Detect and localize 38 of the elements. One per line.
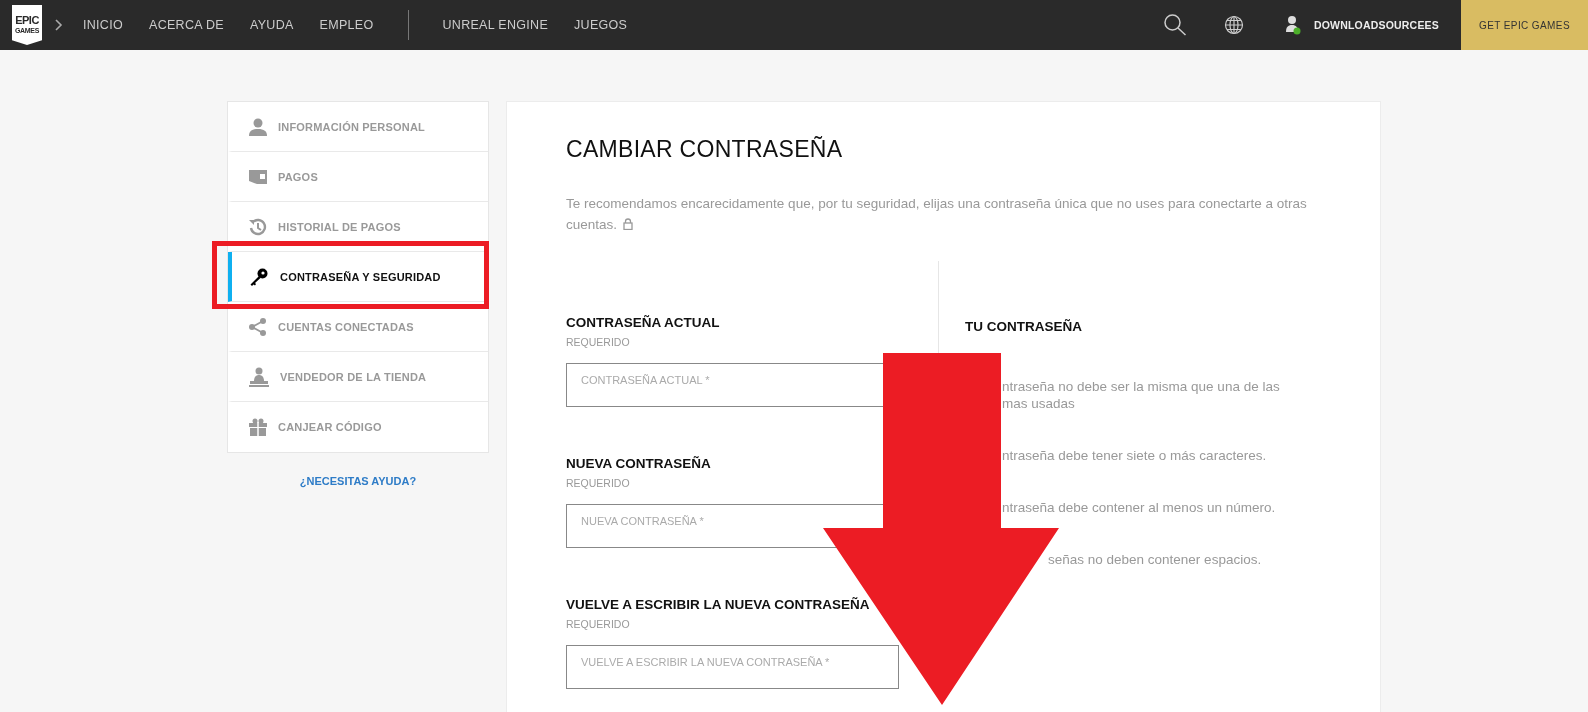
field-label: VUELVE A ESCRIBIR LA NUEVA CONTRASEÑA xyxy=(566,597,871,613)
field-label: CONTRASEÑA ACTUAL xyxy=(566,315,721,331)
required-note: REQUERIDO xyxy=(566,477,631,489)
nav-link[interactable]: EMPLEO xyxy=(319,18,374,32)
history-icon xyxy=(249,217,267,236)
password-field[interactable]: NUEVA CONTRASEÑA * xyxy=(566,504,883,548)
nav-link[interactable]: AYUDA xyxy=(249,18,294,32)
nav-link[interactable]: ACERCA DE xyxy=(149,18,224,32)
nav-link[interactable]: UNREAL ENGINE xyxy=(442,18,549,32)
page-title: CAMBIAR CONTRASEÑA xyxy=(566,136,844,163)
intro-text: Te recomendamos encarecidamente que, por tu seguridad, elijas una contraseña única que no uses para conectarte a otras cuentas. xyxy=(566,195,1308,234)
key-icon xyxy=(249,266,269,287)
chevron-icon xyxy=(55,19,63,31)
nav-link[interactable]: JUEGOS xyxy=(574,18,628,32)
get-epic-games-button[interactable]: GET EPIC GAMES xyxy=(1461,0,1588,50)
person-icon xyxy=(249,117,267,136)
menu-item[interactable]: CONTRASEÑA Y SEGURIDAD xyxy=(228,252,488,302)
username-link[interactable]: DOWNLOADSOURCEES xyxy=(1313,19,1439,31)
seller-icon xyxy=(249,366,269,387)
password-field[interactable]: CONTRASEÑA ACTUAL * xyxy=(566,363,883,407)
rule-text: ntraseña debe contener al menos un número. xyxy=(1002,499,1277,516)
field-label: NUEVA CONTRASEÑA xyxy=(566,456,712,472)
lock-icon xyxy=(623,218,634,230)
rule-text: ntraseña no debe ser la misma que una de las mas usadas xyxy=(1002,378,1280,412)
help-link[interactable]: ¿NECESITAS AYUDA? xyxy=(299,475,417,487)
required-note: REQUERIDO xyxy=(566,618,631,630)
rules-heading: TU CONTRASEÑA xyxy=(965,319,1083,334)
password-field[interactable]: VUELVE A ESCRIBIR LA NUEVA CONTRASEÑA * xyxy=(566,645,899,689)
gift-icon xyxy=(249,418,267,436)
rule-text: señas no deben contener espacios. xyxy=(1048,551,1263,568)
wallet-icon xyxy=(249,167,267,186)
user-icon[interactable] xyxy=(1285,15,1302,35)
required-note: REQUERIDO xyxy=(566,336,631,348)
share-icon xyxy=(249,317,267,336)
globe-icon[interactable] xyxy=(1223,15,1244,35)
nav-link[interactable]: INICIO xyxy=(83,18,123,32)
rule-text: ntraseña debe tener siete o más caracteres. xyxy=(1002,447,1268,464)
search-icon[interactable] xyxy=(1162,13,1187,37)
